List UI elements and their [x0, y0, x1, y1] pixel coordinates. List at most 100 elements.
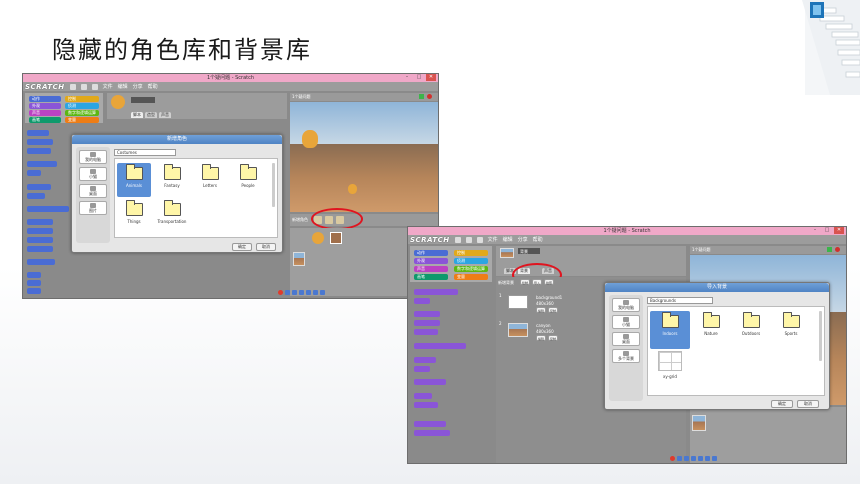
motion-block[interactable]	[27, 148, 51, 154]
sprite-thumb-cat[interactable]	[312, 232, 324, 244]
category-operators[interactable]: 数字和逻辑运算	[65, 110, 99, 116]
edit-button[interactable]: 编辑	[536, 307, 546, 313]
folder-fantasy[interactable]: Fantasy	[155, 163, 189, 197]
xy-grid-item[interactable]: xy-grid	[656, 351, 684, 385]
folder-transportation[interactable]: Transportation	[155, 199, 189, 233]
cat-sprite-icon[interactable]	[348, 184, 357, 194]
folder-outdoors[interactable]: Outdoors	[734, 311, 768, 345]
globe-icon[interactable]	[454, 236, 461, 243]
category-pen[interactable]: 画笔	[414, 274, 448, 280]
copy-button[interactable]: 复制	[548, 335, 558, 341]
looks-block[interactable]	[414, 343, 466, 349]
motion-block[interactable]	[27, 130, 49, 136]
category-operators[interactable]: 数字和逻辑运算	[454, 266, 488, 272]
scrollbar[interactable]	[819, 311, 822, 361]
category-pen[interactable]: 画笔	[29, 117, 61, 123]
looks-block[interactable]	[414, 289, 458, 295]
motion-block[interactable]	[27, 170, 41, 176]
folder-letters[interactable]: Letters	[193, 163, 227, 197]
minimize-button[interactable]: –	[810, 227, 820, 234]
share-icon[interactable]	[91, 83, 98, 90]
folder-things[interactable]: Things	[117, 199, 151, 233]
my-computer-button[interactable]: 我的电脑	[79, 150, 107, 164]
looks-block[interactable]	[414, 320, 440, 326]
category-motion[interactable]: 动作	[414, 250, 448, 256]
cancel-button[interactable]: 取消	[256, 243, 276, 251]
looks-block[interactable]	[414, 298, 430, 304]
looks-block[interactable]	[414, 357, 436, 363]
menu-file[interactable]: 文件	[488, 236, 498, 243]
folder-people[interactable]: People	[231, 163, 265, 197]
menu-file[interactable]: 文件	[103, 83, 113, 90]
stage-canvas[interactable]	[290, 102, 438, 212]
maximize-button[interactable]: □	[414, 74, 424, 81]
ok-button[interactable]: 确定	[771, 400, 793, 408]
edit-button[interactable]: 编辑	[536, 335, 546, 341]
desktop-button[interactable]: 桌面	[612, 332, 640, 346]
stage-thumb[interactable]	[293, 252, 305, 266]
desktop-button[interactable]: 桌面	[79, 184, 107, 198]
pictures-button[interactable]: 图片	[79, 201, 107, 215]
green-flag-icon[interactable]	[419, 94, 424, 99]
menu-help[interactable]: 帮助	[533, 236, 543, 243]
tab-scripts[interactable]: 脚本	[131, 112, 143, 118]
looks-block[interactable]	[414, 393, 432, 399]
category-sensing[interactable]: 侦测	[65, 103, 99, 109]
save-icon[interactable]	[465, 236, 472, 243]
background-thumb-white[interactable]	[508, 295, 528, 309]
share-icon[interactable]	[476, 236, 483, 243]
category-motion[interactable]: 动作	[29, 96, 61, 102]
menu-edit[interactable]: 编辑	[503, 236, 513, 243]
category-sound[interactable]: 声音	[29, 110, 61, 116]
maximize-button[interactable]: □	[822, 227, 832, 234]
motion-block[interactable]	[27, 259, 55, 265]
folder-dropdown[interactable]: Costumes	[114, 149, 176, 156]
scratch-cat-button[interactable]: 小猫	[612, 315, 640, 329]
import-button[interactable]: 导入	[532, 279, 542, 285]
close-button[interactable]: ✕	[426, 74, 436, 81]
motion-block[interactable]	[27, 193, 45, 199]
background-name[interactable]: canyon	[536, 323, 551, 328]
sprite-name-field[interactable]	[131, 97, 155, 103]
minimize-button[interactable]: –	[402, 74, 412, 81]
stop-icon[interactable]	[427, 94, 432, 99]
category-control[interactable]: 控制	[65, 96, 99, 102]
cat-sprite-icon[interactable]	[302, 130, 318, 148]
tab-costumes[interactable]: 造型	[145, 112, 157, 118]
motion-block[interactable]	[27, 139, 53, 145]
motion-block[interactable]	[27, 280, 41, 286]
menu-share[interactable]: 分享	[133, 83, 143, 90]
motion-block[interactable]	[27, 184, 51, 190]
menu-edit[interactable]: 编辑	[118, 83, 128, 90]
stage-thumb[interactable]	[692, 415, 706, 431]
category-control[interactable]: 控制	[454, 250, 488, 256]
motion-block[interactable]	[27, 228, 53, 234]
background-name[interactable]: background1	[536, 295, 562, 300]
category-looks[interactable]: 外观	[29, 103, 61, 109]
looks-block[interactable]	[414, 311, 440, 317]
camera-button[interactable]: 拍照	[544, 279, 554, 285]
green-flag-icon[interactable]	[827, 247, 832, 252]
cancel-button[interactable]: 取消	[797, 400, 819, 408]
paint-button[interactable]: 绘制	[520, 279, 530, 285]
category-variables[interactable]: 变量	[65, 117, 99, 123]
background-thumb-canyon[interactable]	[508, 323, 528, 337]
save-icon[interactable]	[80, 83, 87, 90]
looks-block[interactable]	[414, 379, 446, 385]
tab-sounds[interactable]: 声音	[159, 112, 171, 118]
looks-block[interactable]	[414, 366, 430, 372]
looks-block[interactable]	[414, 402, 438, 408]
copy-button[interactable]: 复制	[548, 307, 558, 313]
multiple-backgrounds-button[interactable]: 多个背景	[612, 349, 640, 363]
folder-indoors[interactable]: Indoors	[650, 311, 690, 349]
motion-block[interactable]	[27, 272, 41, 278]
close-button[interactable]: ✕	[834, 227, 844, 234]
category-sensing[interactable]: 侦测	[454, 258, 488, 264]
looks-block[interactable]	[414, 430, 450, 436]
menu-share[interactable]: 分享	[518, 236, 528, 243]
folder-sports[interactable]: Sports	[774, 311, 808, 345]
motion-block[interactable]	[27, 288, 41, 294]
looks-block[interactable]	[414, 421, 446, 427]
category-variables[interactable]: 变量	[454, 274, 488, 280]
motion-block[interactable]	[27, 237, 53, 243]
